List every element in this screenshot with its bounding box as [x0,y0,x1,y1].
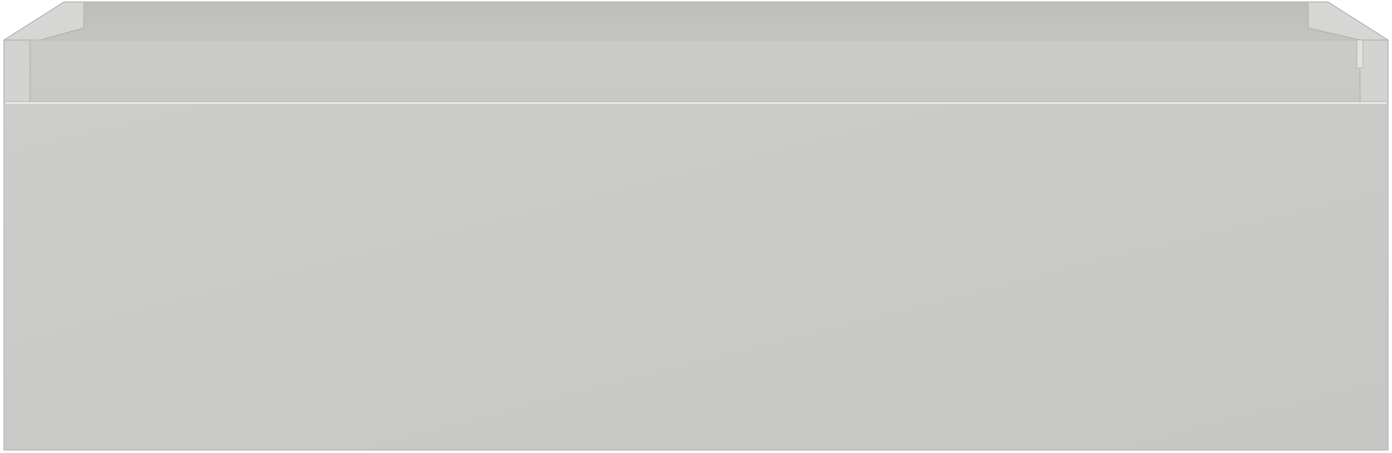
drawer-svg [2,1,1390,451]
drawer-left-rim-edge [3,39,31,103]
drawer-right-rim-edge [1359,39,1389,103]
drawer-illustration [0,0,1392,453]
drawer-inner-rim [29,39,1361,103]
drawer-right-notch [1356,39,1364,69]
drawer-inner-back-wall [28,1,1362,41]
drawer-front-panel [3,101,1389,451]
